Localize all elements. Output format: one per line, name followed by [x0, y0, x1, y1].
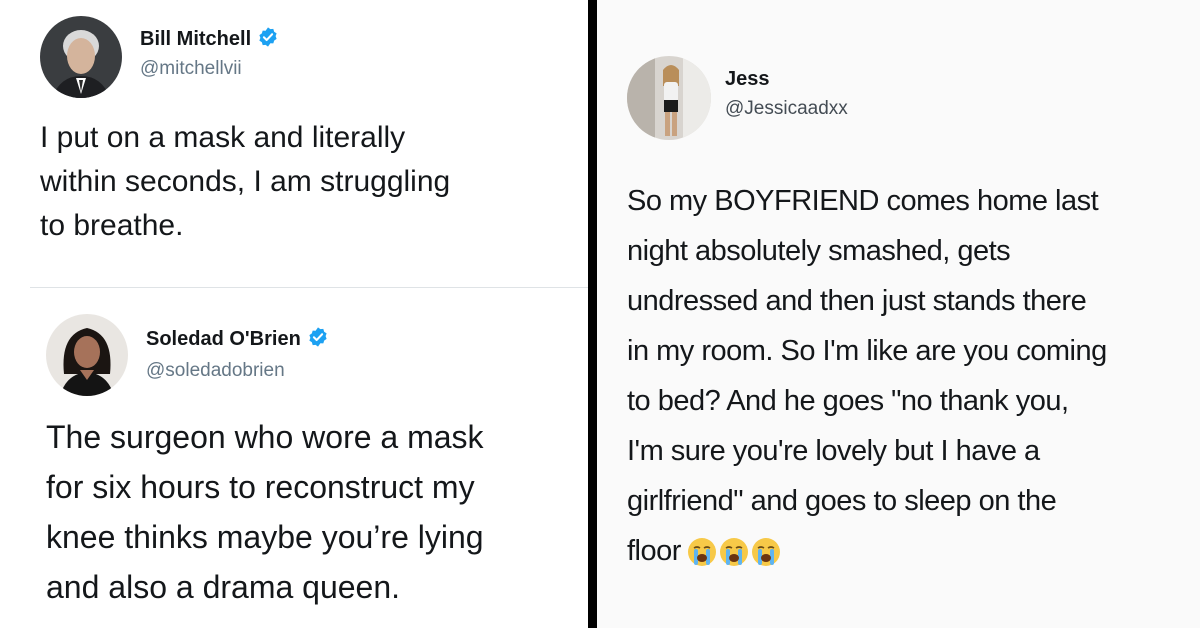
- author-handle[interactable]: @mitchellvii: [140, 58, 242, 80]
- author-name[interactable]: Soledad O'Brien: [146, 328, 301, 351]
- right-screenshot-panel: Jess @Jessicaadxx So my BOYFRIEND comes …: [597, 0, 1200, 628]
- author-handle[interactable]: @soledadobrien: [146, 360, 285, 382]
- author-handle[interactable]: @Jessicaadxx: [725, 98, 848, 120]
- avatar-image: [46, 314, 128, 396]
- avatar[interactable]: [40, 16, 122, 98]
- author-name[interactable]: Bill Mitchell: [140, 28, 251, 51]
- avatar-image: [40, 16, 122, 98]
- avatar[interactable]: [46, 314, 128, 396]
- loudly-crying-face-icon: [751, 538, 780, 567]
- loudly-crying-face-icon: [719, 538, 748, 567]
- verified-badge-icon: [257, 26, 279, 53]
- avatar-image: [627, 56, 711, 140]
- tweet-text: The surgeon who wore a mask for six hour…: [46, 419, 484, 605]
- verified-badge-icon: [307, 326, 329, 353]
- panel-divider: [588, 0, 597, 628]
- emoji-group: [687, 537, 781, 567]
- avatar[interactable]: [627, 56, 711, 140]
- tweet-text: So my BOYFRIEND comes home last night ab…: [627, 185, 1107, 567]
- tweet-bill-mitchell: Bill Mitchell @mitchellvii I put on a ma…: [0, 0, 588, 288]
- tweet-soledad-obrien: Soledad O'Brien @soledadobrien The surge…: [0, 288, 588, 628]
- author-name[interactable]: Jess: [725, 68, 770, 91]
- author-row: Soledad O'Brien: [146, 326, 329, 353]
- author-row: Jess: [725, 68, 770, 91]
- tweet-jess: Jess @Jessicaadxx So my BOYFRIEND comes …: [597, 0, 1200, 628]
- author-row: Bill Mitchell: [140, 26, 279, 53]
- left-screenshot-panel: Bill Mitchell @mitchellvii I put on a ma…: [0, 0, 588, 628]
- tweet-text-container: So my BOYFRIEND comes home last night ab…: [627, 176, 1187, 576]
- loudly-crying-face-icon: [687, 538, 716, 567]
- tweet-text: I put on a mask and literally within sec…: [40, 121, 451, 242]
